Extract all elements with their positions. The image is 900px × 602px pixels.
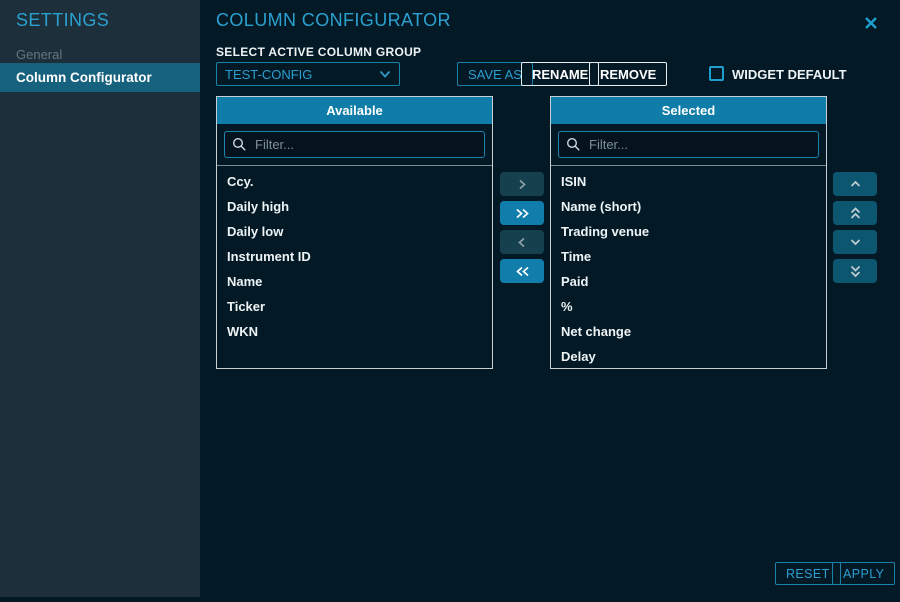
list-item[interactable]: Time xyxy=(551,244,826,269)
move-to-top-button[interactable] xyxy=(833,201,877,225)
list-item[interactable]: Net change xyxy=(551,319,826,344)
selected-filter-row xyxy=(558,131,819,158)
close-button[interactable] xyxy=(860,12,882,34)
selected-panel: Selected ISINName (short)Trading venueTi… xyxy=(550,96,827,369)
list-item[interactable]: Trading venue xyxy=(551,219,826,244)
selected-list: ISINName (short)Trading venueTimePaid%Ne… xyxy=(551,166,826,369)
dropdown-value: TEST-CONFIG xyxy=(225,67,312,82)
available-filter-input[interactable] xyxy=(224,131,485,158)
available-panel: Available Ccy.Daily highDaily lowInstrum… xyxy=(216,96,493,369)
available-list: Ccy.Daily highDaily lowInstrument IDName… xyxy=(217,166,492,344)
double-chevron-left-icon xyxy=(515,266,530,277)
move-right-button[interactable] xyxy=(500,172,544,196)
chevron-up-icon xyxy=(850,180,861,188)
list-item[interactable]: Ticker xyxy=(217,294,492,319)
close-icon xyxy=(863,15,879,31)
sidebar-title: SETTINGS xyxy=(16,10,109,31)
selected-filter-input[interactable] xyxy=(558,131,819,158)
double-chevron-right-icon xyxy=(515,208,530,219)
remove-button[interactable]: REMOVE xyxy=(589,62,667,86)
widget-default-checkbox[interactable] xyxy=(709,66,724,81)
move-up-button[interactable] xyxy=(833,172,877,196)
available-panel-header: Available xyxy=(217,97,492,124)
double-chevron-up-icon xyxy=(850,207,861,220)
main-panel: COLUMN CONFIGURATOR SELECT ACTIVE COLUMN… xyxy=(200,0,900,602)
available-filter-row xyxy=(224,131,485,158)
double-chevron-down-icon xyxy=(850,265,861,278)
list-item[interactable]: Daily low xyxy=(217,219,492,244)
list-item[interactable]: Delay xyxy=(551,344,826,369)
selected-panel-header: Selected xyxy=(551,97,826,124)
rename-button[interactable]: RENAME xyxy=(521,62,599,86)
chevron-right-icon xyxy=(517,179,527,190)
chevron-left-icon xyxy=(517,237,527,248)
list-item[interactable]: Name xyxy=(217,269,492,294)
widget-default-label: WIDGET DEFAULT xyxy=(732,67,847,82)
chevron-down-icon xyxy=(379,70,391,79)
move-left-button[interactable] xyxy=(500,230,544,254)
group-label: SELECT ACTIVE COLUMN GROUP xyxy=(216,45,421,59)
move-all-right-button[interactable] xyxy=(500,201,544,225)
list-item[interactable]: WKN xyxy=(217,319,492,344)
list-item[interactable]: Paid xyxy=(551,269,826,294)
move-all-left-button[interactable] xyxy=(500,259,544,283)
move-to-bottom-button[interactable] xyxy=(833,259,877,283)
list-item[interactable]: Instrument ID xyxy=(217,244,492,269)
list-item[interactable]: Daily high xyxy=(217,194,492,219)
move-down-button[interactable] xyxy=(833,230,877,254)
page-title: COLUMN CONFIGURATOR xyxy=(216,10,451,31)
list-item[interactable]: Ccy. xyxy=(217,169,492,194)
sidebar-item-column-configurator[interactable]: Column Configurator xyxy=(0,63,200,92)
reset-button[interactable]: RESET xyxy=(775,562,841,585)
sidebar: SETTINGS General Column Configurator xyxy=(0,0,200,597)
list-item[interactable]: % xyxy=(551,294,826,319)
column-group-dropdown[interactable]: TEST-CONFIG xyxy=(216,62,400,86)
settings-window: SETTINGS General Column Configurator COL… xyxy=(0,0,900,602)
list-item[interactable]: ISIN xyxy=(551,169,826,194)
chevron-down-icon xyxy=(850,238,861,246)
apply-button[interactable]: APPLY xyxy=(832,562,895,585)
list-item[interactable]: Name (short) xyxy=(551,194,826,219)
